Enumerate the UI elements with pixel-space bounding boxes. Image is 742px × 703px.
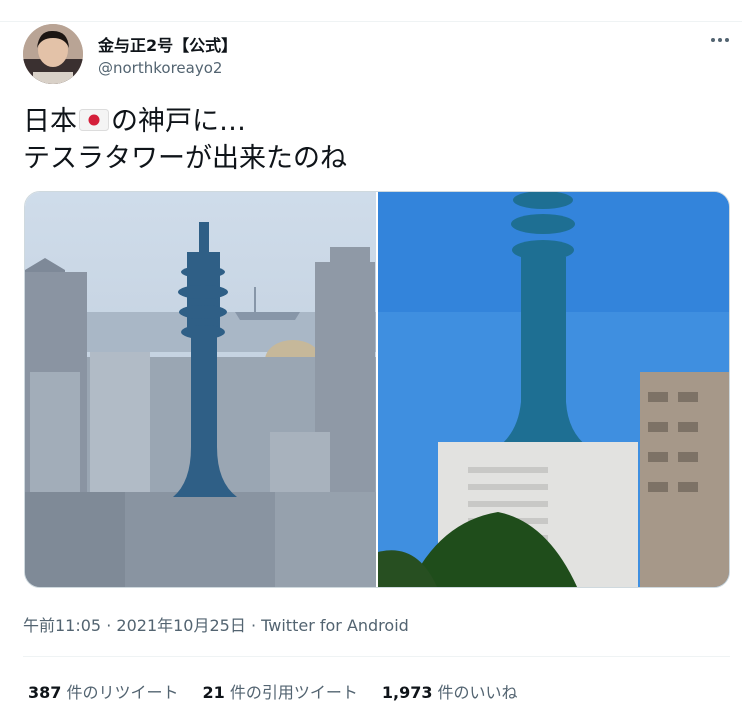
retweets-count: 387 <box>28 683 62 702</box>
top-divider <box>0 21 742 22</box>
retweets-stat[interactable]: 387 件のリツイート <box>28 679 179 703</box>
author-handle[interactable]: @northkoreayo2 <box>98 59 222 77</box>
japan-flag-icon <box>79 105 109 141</box>
quotes-count: 21 <box>202 683 225 702</box>
quote-tweets-stat[interactable]: 21 件の引用ツイート <box>203 679 358 703</box>
tweet-photo-left[interactable] <box>25 192 376 587</box>
tweet-date[interactable]: 2021年10月25日 <box>116 616 245 635</box>
stats-divider <box>23 656 730 657</box>
likes-count: 1,973 <box>381 683 433 702</box>
avatar-image <box>23 24 83 84</box>
author-display-name[interactable]: 金与正2号【公式】 <box>98 32 237 56</box>
tweet-line-2: テスラタワーが出来たのね <box>23 142 347 174</box>
meta-separator: · <box>250 616 257 635</box>
tweet-media <box>24 191 730 588</box>
tweet-time[interactable]: 午前11:05 <box>23 616 101 635</box>
tweet-text: 日本 の神戸に… テスラタワーが出来たのね <box>23 104 347 177</box>
more-options-button[interactable] <box>706 26 734 54</box>
meta-separator: · <box>106 616 112 635</box>
tower-cityscape-photo <box>25 192 376 587</box>
tweet-source[interactable]: Twitter for Android <box>261 616 409 635</box>
quotes-label: 件の引用ツイート <box>224 683 358 702</box>
avatar[interactable] <box>23 24 83 84</box>
tweet-meta: 午前11:05 · 2021年10月25日 · Twitter for Andr… <box>23 612 409 636</box>
tweet-photo-right[interactable] <box>378 192 729 587</box>
tweet-stats: 387 件のリツイート 21 件の引用ツイート 1,973 件のいいね <box>28 679 518 703</box>
likes-label: 件のいいね <box>432 683 518 702</box>
tweet-line-1: 日本 の神戸に… <box>23 104 347 141</box>
more-options-icon <box>711 38 729 42</box>
tweet-text-part: 日本 <box>23 106 77 137</box>
tweet-text-part: の神戸に… <box>111 106 246 137</box>
likes-stat[interactable]: 1,973 件のいいね <box>382 679 518 703</box>
retweets-label: 件のリツイート <box>61 683 179 702</box>
tower-closeup-photo <box>378 192 729 587</box>
